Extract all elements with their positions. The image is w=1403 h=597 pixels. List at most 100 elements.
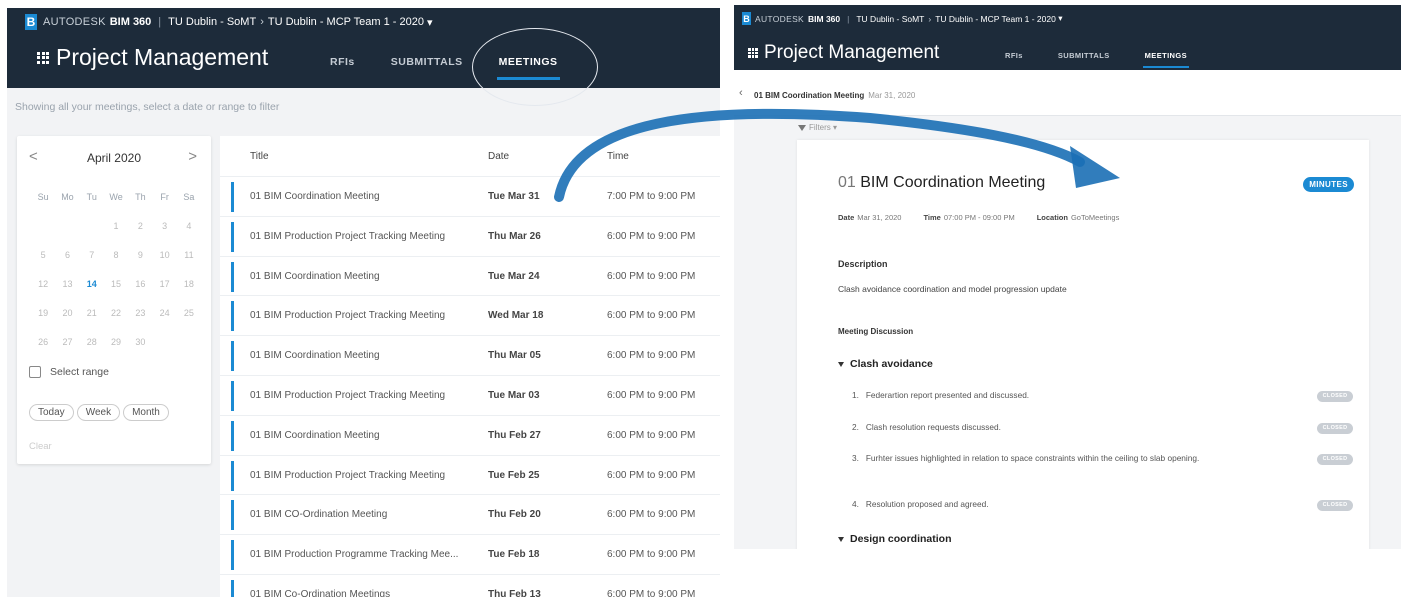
column-date[interactable]: Date — [488, 151, 509, 162]
calendar-day[interactable]: 4 — [177, 217, 201, 236]
chevron-down-icon[interactable]: ▾ — [1056, 13, 1062, 24]
column-title[interactable]: Title — [250, 151, 269, 162]
calendar-day[interactable]: 10 — [152, 246, 176, 265]
next-month-chevron-icon[interactable]: > — [188, 148, 197, 165]
calendar-day[interactable]: 18 — [177, 275, 201, 294]
calendar-day[interactable]: 28 — [80, 333, 104, 352]
calendar-day[interactable]: 1 — [104, 217, 128, 236]
meeting-title-cell[interactable]: 01 BIM CO-Ordination Meeting — [250, 509, 387, 520]
table-row[interactable]: 01 BIM Co-Ordination Meetings Thu Feb 13 6… — [220, 573, 720, 597]
tab-rfis[interactable]: RFIs — [1005, 51, 1023, 60]
minutes-badge: MINUTES — [1303, 177, 1354, 192]
calendar-day[interactable]: 14 — [80, 275, 104, 294]
table-row[interactable]: 01 BIM Production Project Tracking Meeti… — [220, 215, 720, 256]
calendar-day[interactable]: 15 — [104, 275, 128, 294]
calendar-day[interactable]: 21 — [80, 304, 104, 323]
select-range-checkbox[interactable] — [29, 366, 41, 378]
calendar-day[interactable]: 13 — [55, 275, 79, 294]
table-row[interactable]: 01 BIM CO-Ordination Meeting Thu Feb 20 6:… — [220, 494, 720, 534]
clear-link[interactable]: Clear — [29, 441, 52, 452]
calendar-day[interactable]: 5 — [31, 246, 55, 265]
meeting-title-cell[interactable]: 01 BIM Production Project Tracking Meeti… — [250, 231, 445, 242]
filters-dropdown[interactable]: Filters ▾ — [798, 123, 837, 132]
week-button[interactable]: Week — [76, 404, 121, 421]
meeting-minutes-card: 01 BIM Coordination Meeting MINUTES Date… — [797, 140, 1369, 549]
table-row[interactable]: 01 BIM Production Programme Tracking Mee… — [220, 534, 720, 574]
bim360-logo-icon: B — [25, 14, 37, 30]
table-row[interactable]: 01 BIM Production Project Tracking Meeti… — [220, 295, 720, 335]
bim360-logo-icon: B — [742, 12, 751, 25]
meeting-title-cell[interactable]: 01 BIM Production Project Tracking Meeti… — [250, 310, 445, 321]
app-grid-icon[interactable] — [748, 48, 758, 58]
calendar-day[interactable]: 11 — [177, 246, 201, 265]
table-row[interactable]: 01 BIM Coordination Meeting Tue Mar 24 6:0… — [220, 255, 720, 296]
calendar-day[interactable]: 19 — [31, 304, 55, 323]
table-row[interactable]: 01 BIM Production Project Tracking Meeti… — [220, 374, 720, 415]
calendar-day[interactable]: 12 — [31, 275, 55, 294]
meeting-title-cell[interactable]: 01 BIM Co-Ordination Meetings — [250, 589, 390, 597]
calendar-day[interactable]: 29 — [104, 333, 128, 352]
meeting-title-cell[interactable]: 01 BIM Production Project Tracking Meeti… — [250, 390, 445, 401]
tab-rfis[interactable]: RFIs — [330, 56, 355, 68]
meetings-list-screen: B AUTODESK BIM 360 | TU Dublin - SoMT › … — [7, 8, 720, 597]
column-time[interactable]: Time — [607, 151, 629, 162]
account-crumb[interactable]: TU Dublin - SoMT — [168, 16, 256, 28]
meeting-title-cell[interactable]: 01 BIM Coordination Meeting — [250, 430, 380, 441]
project-selector[interactable]: TU Dublin - MCP Team 1 - 2020 — [935, 14, 1056, 24]
meeting-date-cell: Tue Mar 03 — [488, 389, 540, 401]
row-indicator — [231, 301, 234, 332]
calendar-day[interactable]: 8 — [104, 246, 128, 265]
meeting-date-cell: Thu Feb 27 — [488, 429, 541, 441]
section-design-coordination[interactable]: Design coordination — [838, 533, 952, 545]
calendar-day[interactable]: 3 — [152, 217, 176, 236]
section-clash-avoidance[interactable]: Clash avoidance — [838, 358, 933, 370]
calendar-day[interactable]: 17 — [152, 275, 176, 294]
meeting-meta: Date Mar 31, 2020 Time 07:00 PM - 09:00 PM… — [838, 213, 1141, 222]
meeting-title-cell[interactable]: 01 BIM Coordination Meeting — [250, 191, 380, 202]
brand-company: AUTODESK — [755, 13, 805, 24]
project-selector[interactable]: TU Dublin - MCP Team 1 - 2020 — [268, 16, 424, 28]
select-range-option[interactable]: Select range — [29, 366, 109, 378]
tab-submittals[interactable]: SUBMITTALS — [391, 56, 463, 68]
table-row[interactable]: 01 BIM Production Project Tracking Meeti… — [220, 454, 720, 495]
row-indicator — [231, 261, 234, 292]
back-chevron-icon[interactable]: ‹ — [739, 87, 743, 99]
item-text: Resolution proposed and agreed. — [865, 499, 989, 509]
calendar-day[interactable]: 25 — [177, 304, 201, 323]
calendar-day[interactable]: 20 — [55, 304, 79, 323]
meeting-name: BIM Coordination Meeting — [860, 174, 1046, 191]
account-crumb[interactable]: TU Dublin - SoMT — [856, 14, 924, 24]
table-row[interactable]: 01 BIM Coordination Meeting Thu Mar 05 6:0… — [220, 335, 720, 375]
today-button[interactable]: Today — [29, 404, 74, 421]
calendar-day[interactable]: 16 — [128, 275, 152, 294]
filter-hint: Showing all your meetings, select a date… — [15, 101, 280, 113]
calendar-day[interactable]: 27 — [55, 333, 79, 352]
table-row[interactable]: 01 BIM Coordination Meeting Thu Feb 27 6:0… — [220, 414, 720, 455]
calendar-day[interactable]: 6 — [55, 246, 79, 265]
title-row: Project Management — [37, 44, 268, 71]
chevron-down-icon[interactable]: ▾ — [424, 16, 433, 29]
divider: | — [158, 16, 162, 28]
meeting-title-cell[interactable]: 01 BIM Production Programme Tracking Mee… — [250, 549, 458, 560]
description-heading: Description — [838, 259, 888, 269]
row-indicator — [231, 579, 234, 597]
meeting-date-cell: Tue Mar 24 — [488, 270, 540, 282]
table-row[interactable]: 01 BIM Coordination Meeting Tue Mar 31 7:0… — [220, 176, 720, 216]
calendar-day[interactable]: 22 — [104, 304, 128, 323]
calendar-day[interactable]: 26 — [31, 333, 55, 352]
calendar-day[interactable]: 30 — [128, 333, 152, 352]
tab-submittals[interactable]: SUBMITTALS — [1058, 51, 1110, 60]
meeting-title-cell[interactable]: 01 BIM Coordination Meeting — [250, 350, 380, 361]
calendar-day[interactable]: 9 — [128, 246, 152, 265]
calendar-day[interactable]: 7 — [80, 246, 104, 265]
month-button[interactable]: Month — [123, 404, 169, 421]
app-grid-icon[interactable] — [37, 51, 49, 64]
calendar-empty-cell — [177, 333, 201, 352]
tab-meetings[interactable]: MEETINGS — [1142, 51, 1190, 68]
row-indicator — [231, 420, 234, 451]
meeting-title-cell[interactable]: 01 BIM Coordination Meeting — [250, 271, 380, 282]
calendar-day[interactable]: 23 — [128, 304, 152, 323]
calendar-day[interactable]: 2 — [128, 217, 152, 236]
calendar-day[interactable]: 24 — [152, 304, 176, 323]
meeting-title-cell[interactable]: 01 BIM Production Project Tracking Meeti… — [250, 470, 445, 481]
